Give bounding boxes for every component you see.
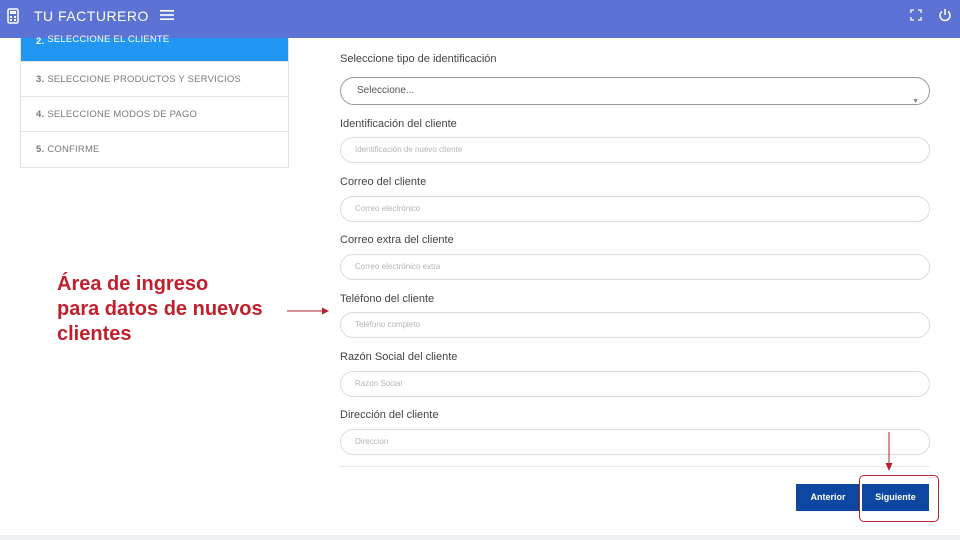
step-label: CONFIRME	[47, 144, 100, 155]
menu-icon[interactable]	[160, 9, 174, 21]
phone-label: Teléfono del cliente	[340, 293, 435, 305]
logo-icon	[7, 8, 19, 24]
top-bar: TU FACTURERO	[0, 0, 960, 38]
next-button-highlight	[859, 475, 939, 522]
app-title: TU FACTURERO	[34, 8, 149, 24]
step-label: SELECCIONE MODOS DE PAGO	[47, 108, 198, 120]
arrow-down-icon	[885, 432, 893, 471]
email-extra-label: Correo extra del cliente	[340, 234, 454, 246]
business-name-input[interactable]: Razon Social	[340, 371, 930, 397]
annotation-line: para datos de nuevos	[57, 298, 263, 320]
address-label: Dirección del cliente	[340, 409, 439, 421]
annotation-text: Área de ingreso para datos de nuevos cli…	[57, 272, 263, 347]
identification-label: Identificación del cliente	[340, 118, 457, 130]
steps-list: 2. SELECCIONE EL CLIENTE 3. SELECCIONE PRO…	[20, 34, 289, 168]
id-type-value: Seleccione...	[357, 85, 415, 96]
annotation-line: Área de ingreso	[57, 273, 209, 295]
phone-input[interactable]: Teléfono completo	[340, 312, 930, 338]
step-select-client[interactable]: 2. SELECCIONE EL CLIENTE	[21, 34, 288, 62]
identification-input[interactable]: Identificación de nuevo cliente	[340, 137, 930, 163]
step-select-payment[interactable]: 4. SELECCIONE MODOS DE PAGO	[21, 97, 288, 132]
previous-button[interactable]: Anterior	[796, 484, 860, 511]
form-divider	[340, 466, 930, 467]
step-label: SELECCIONE EL CLIENTE	[47, 34, 170, 45]
main-content: 2. SELECCIONE EL CLIENTE 3. SELECCIONE PRO…	[0, 34, 960, 535]
step-number: 4.	[36, 108, 45, 120]
business-name-label: Razón Social del cliente	[340, 351, 458, 363]
fullscreen-icon[interactable]	[910, 9, 922, 21]
annotation-line: clientes	[57, 323, 132, 345]
address-input[interactable]: Direccion	[340, 429, 930, 455]
power-icon[interactable]	[938, 8, 952, 22]
id-type-label: Seleccione tipo de identificación	[340, 53, 497, 65]
email-label: Correo del cliente	[340, 176, 427, 188]
id-type-select[interactable]: Seleccione... ▼	[340, 77, 930, 105]
step-confirm[interactable]: 5. CONFIRME	[21, 132, 288, 167]
step-label: SELECCIONE PRODUCTOS Y SERVICIOS	[47, 73, 241, 85]
chevron-down-icon: ▼	[912, 98, 919, 105]
step-number: 3.	[36, 73, 45, 85]
step-number: 5.	[36, 144, 45, 155]
email-input[interactable]: Correo electrónico	[340, 196, 930, 222]
arrow-right-icon	[287, 307, 329, 315]
step-select-products[interactable]: 3. SELECCIONE PRODUCTOS Y SERVICIOS	[21, 62, 288, 97]
step-number: 2.	[36, 36, 45, 47]
email-extra-input[interactable]: Correo electrónico extra	[340, 254, 930, 280]
